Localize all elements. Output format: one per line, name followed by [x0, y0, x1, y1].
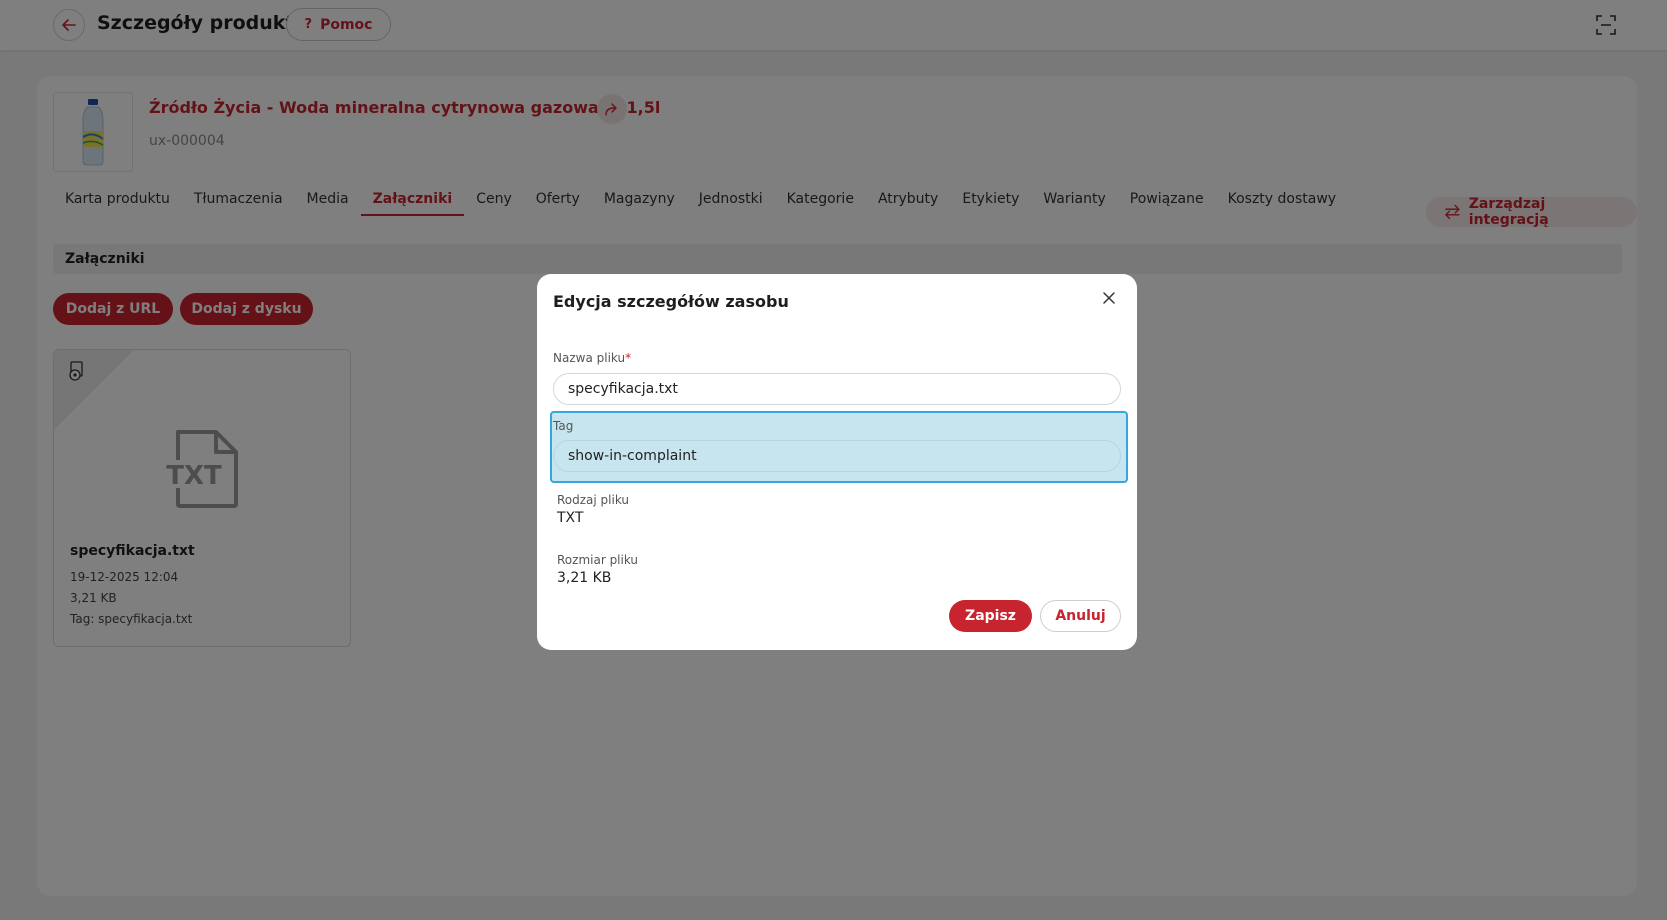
filename-input[interactable]	[553, 373, 1121, 405]
file-size-value: 3,21 KB	[557, 570, 612, 586]
required-mark: *	[625, 351, 632, 365]
cancel-button[interactable]: Anuluj	[1040, 600, 1121, 632]
tag-label: Tag	[553, 419, 574, 433]
filename-label: Nazwa pliku*	[553, 351, 632, 365]
edit-asset-dialog: Edycja szczegółów zasobu Nazwa pliku* Ta…	[537, 274, 1137, 650]
save-button[interactable]: Zapisz	[949, 600, 1032, 632]
close-icon[interactable]	[1101, 290, 1117, 306]
file-type-label: Rodzaj pliku	[557, 493, 630, 507]
file-size-label: Rozmiar pliku	[557, 553, 639, 567]
tag-input[interactable]	[553, 440, 1121, 472]
file-type-value: TXT	[557, 510, 584, 526]
dialog-title: Edycja szczegółów zasobu	[553, 292, 789, 311]
